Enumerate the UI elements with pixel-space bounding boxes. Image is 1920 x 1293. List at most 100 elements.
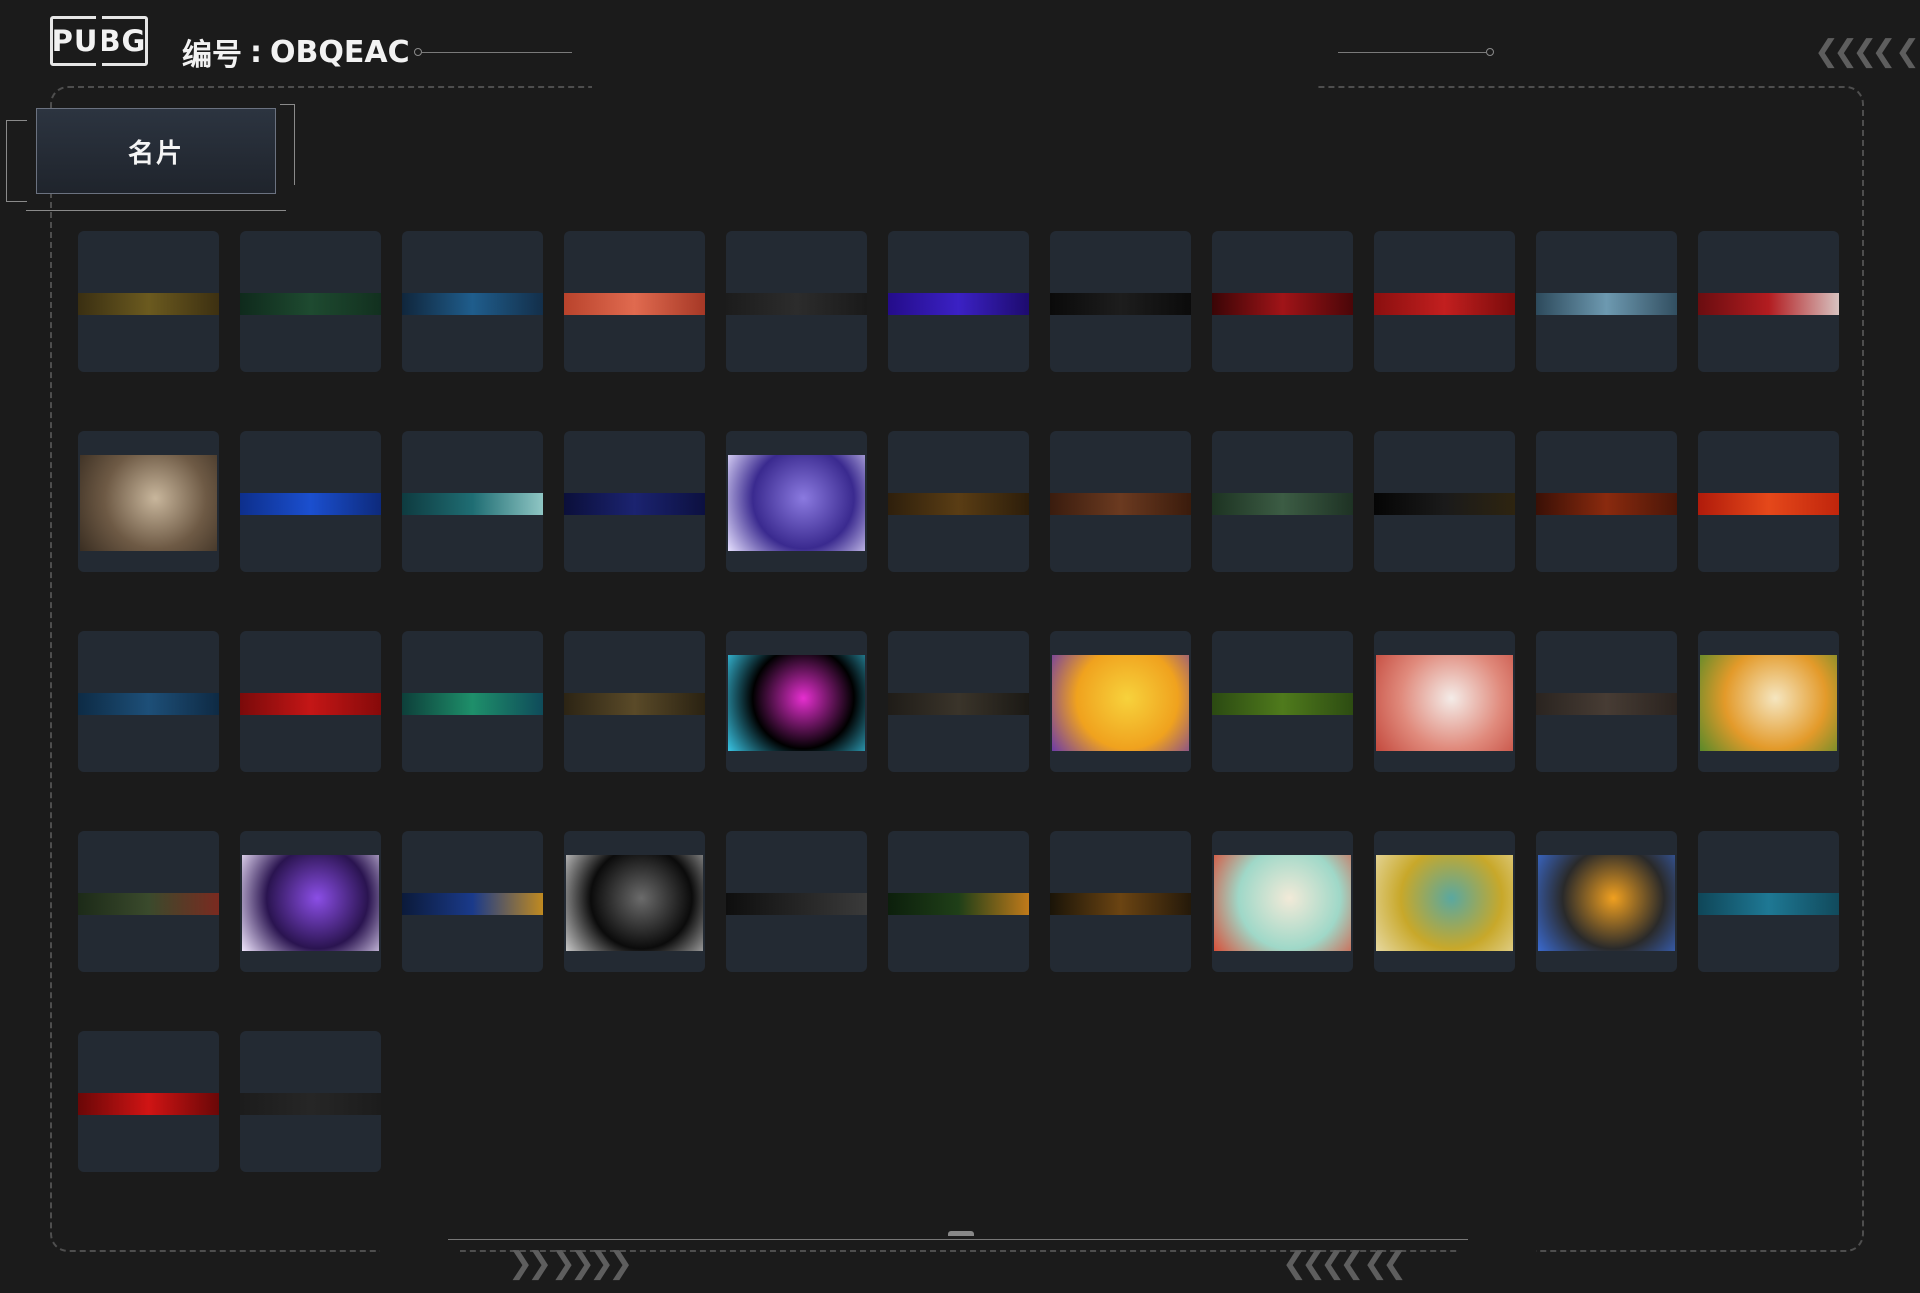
name-card-tile[interactable]	[1212, 831, 1353, 972]
card-banner-strip	[1050, 493, 1191, 515]
card-banner-strip	[1050, 893, 1191, 915]
card-banner-strip	[1698, 493, 1839, 515]
card-banner-strip	[240, 293, 381, 315]
name-card-tile[interactable]	[726, 631, 867, 772]
bottom-divider	[448, 1239, 1468, 1240]
name-card-tile[interactable]	[1698, 631, 1839, 772]
bang-comic-picture	[1052, 655, 1189, 751]
name-card-tile[interactable]	[1212, 231, 1353, 372]
name-card-tile[interactable]	[240, 1031, 381, 1172]
name-card-tile[interactable]	[564, 431, 705, 572]
card-banner-strip	[240, 1093, 381, 1115]
player-code: 编号 : OBQEAC	[182, 30, 410, 74]
disco-ball-picture	[728, 455, 865, 551]
name-card-tile[interactable]	[78, 631, 219, 772]
code-label: 编号	[182, 38, 242, 73]
name-card-tile[interactable]	[1698, 431, 1839, 572]
name-card-tile[interactable]	[1212, 631, 1353, 772]
name-card-tile[interactable]	[240, 431, 381, 572]
purple-orb-picture	[242, 855, 379, 951]
helmet-picture	[1538, 855, 1675, 951]
name-card-tile[interactable]	[1050, 831, 1191, 972]
header-line-dot-right	[1486, 48, 1494, 56]
name-card-tile[interactable]	[78, 431, 219, 572]
name-card-tile[interactable]	[726, 231, 867, 372]
twin-dragons-picture	[1214, 855, 1351, 951]
card-banner-strip	[1698, 293, 1839, 315]
header-line-right	[1338, 52, 1486, 53]
name-card-tile[interactable]	[726, 431, 867, 572]
card-banner-strip	[240, 693, 381, 715]
card-banner-strip	[78, 693, 219, 715]
card-banner-strip	[78, 293, 219, 315]
name-card-tile[interactable]	[240, 831, 381, 972]
code-separator: :	[250, 34, 262, 70]
card-banner-strip	[402, 693, 543, 715]
header-line-dot-left	[414, 48, 422, 56]
name-card-tile[interactable]	[1374, 231, 1515, 372]
name-card-tile[interactable]	[402, 631, 543, 772]
tab-business-card[interactable]: 名片	[36, 108, 276, 194]
card-banner-strip	[1212, 293, 1353, 315]
chevrons-top-right-icon: ❮❮❮❮ ❮	[1814, 34, 1920, 69]
name-card-tile[interactable]	[1050, 231, 1191, 372]
name-card-tile[interactable]	[1050, 431, 1191, 572]
name-card-tile[interactable]	[1050, 631, 1191, 772]
frame-gap-bottom-right	[1460, 1244, 1536, 1258]
name-card-tile[interactable]	[726, 831, 867, 972]
card-banner-strip	[564, 293, 705, 315]
name-card-tile[interactable]	[1536, 431, 1677, 572]
card-banner-strip	[726, 893, 867, 915]
scroll-indicator[interactable]	[948, 1231, 974, 1236]
name-card-tile[interactable]	[1374, 831, 1515, 972]
card-banner-strip	[1698, 893, 1839, 915]
name-card-tile[interactable]	[240, 231, 381, 372]
card-banner-strip	[1374, 293, 1515, 315]
name-card-tile[interactable]	[402, 831, 543, 972]
frame-gap-bottom-left	[380, 1244, 460, 1258]
card-banner-strip	[564, 493, 705, 515]
name-card-tile[interactable]	[78, 831, 219, 972]
name-card-tile[interactable]	[1374, 631, 1515, 772]
name-card-tile[interactable]	[888, 431, 1029, 572]
chevrons-bottom-right-icon: ❮❮❮❮ ❮❮	[1282, 1246, 1407, 1281]
name-card-tile[interactable]	[1698, 231, 1839, 372]
name-card-tile[interactable]	[1212, 431, 1353, 572]
name-card-tile[interactable]	[1698, 831, 1839, 972]
name-card-tile[interactable]	[1536, 631, 1677, 772]
name-card-tile[interactable]	[78, 231, 219, 372]
gun-barrel-picture	[566, 855, 703, 951]
name-card-tile[interactable]	[564, 831, 705, 972]
name-card-tile[interactable]	[402, 431, 543, 572]
code-value: OBQEAC	[270, 34, 410, 70]
card-banner-strip	[1050, 293, 1191, 315]
name-card-tile[interactable]	[888, 231, 1029, 372]
card-banner-strip	[564, 693, 705, 715]
card-banner-strip	[1536, 293, 1677, 315]
card-banner-strip	[888, 693, 1029, 715]
name-card-tile[interactable]	[1374, 431, 1515, 572]
frog-knight-picture	[1376, 855, 1513, 951]
name-card-tile[interactable]	[240, 631, 381, 772]
name-card-tile[interactable]	[1536, 231, 1677, 372]
card-banner-strip	[726, 293, 867, 315]
soldier-picture	[80, 455, 217, 551]
card-banner-strip	[1374, 493, 1515, 515]
white-dragon-picture	[1376, 655, 1513, 751]
name-card-tile[interactable]	[1536, 831, 1677, 972]
header-line-left	[422, 52, 572, 53]
name-card-tile[interactable]	[78, 1031, 219, 1172]
name-card-tile[interactable]	[888, 631, 1029, 772]
card-banner-strip	[1536, 693, 1677, 715]
name-card-tile[interactable]	[564, 631, 705, 772]
tab-bracket-bottom	[26, 196, 286, 211]
name-card-tile[interactable]	[564, 231, 705, 372]
name-card-tile[interactable]	[888, 831, 1029, 972]
name-card-tile[interactable]	[402, 231, 543, 372]
chevrons-bottom-left-icon: ❯❯ ❯❯❯❯	[508, 1246, 633, 1281]
equalizer-picture	[728, 655, 865, 751]
card-banner-strip	[78, 893, 219, 915]
card-banner-strip	[78, 1093, 219, 1115]
card-banner-strip	[888, 893, 1029, 915]
tab-bracket-right	[280, 104, 295, 185]
